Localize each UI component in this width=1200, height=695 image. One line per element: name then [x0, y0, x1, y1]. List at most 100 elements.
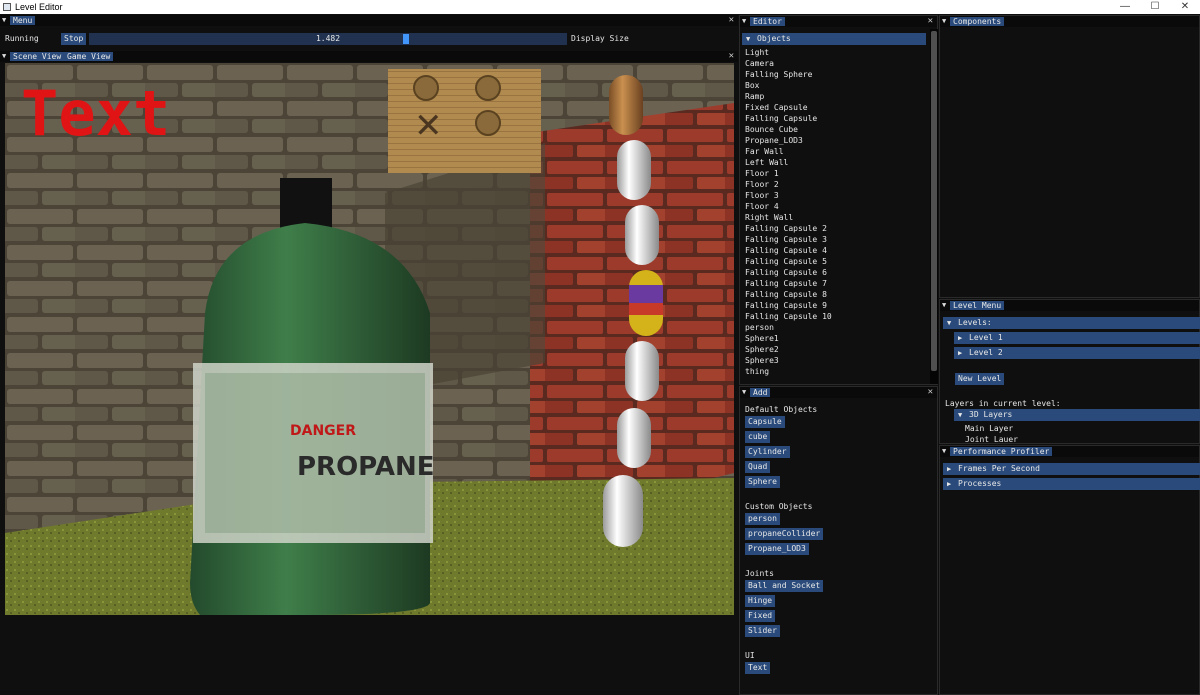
profiler-titlebar[interactable]: ▼ Performance Profiler: [940, 446, 1199, 457]
add-joint-button[interactable]: Slider: [745, 625, 780, 637]
add-joint-button[interactable]: Fixed: [745, 610, 776, 622]
object-list-item[interactable]: Falling Capsule 9: [745, 301, 827, 310]
object-list-item[interactable]: Fixed Capsule: [745, 103, 808, 112]
menu-titlebar[interactable]: ▼ Menu ✕: [0, 15, 738, 26]
collapse-icon[interactable]: ▼: [2, 16, 6, 24]
app-icon: [3, 3, 11, 11]
object-list-item[interactable]: Bounce Cube: [745, 125, 798, 134]
object-list-item[interactable]: Floor 4: [745, 202, 779, 211]
scrollbar-thumb[interactable]: [931, 31, 937, 371]
menu-title: Menu: [10, 16, 36, 25]
object-list-item[interactable]: Sphere1: [745, 334, 779, 343]
close-icon[interactable]: ✕: [729, 15, 734, 26]
game-view-tab[interactable]: Game View: [64, 52, 114, 61]
editor-titlebar[interactable]: ▼ Editor ✕: [740, 16, 937, 27]
os-titlebar: Level Editor — ☐ ✕: [0, 0, 1200, 14]
level-menu-title: Level Menu: [950, 301, 1005, 310]
add-custom-button[interactable]: person: [745, 513, 780, 525]
layer-item[interactable]: Main Layer: [965, 424, 1013, 433]
window-title: Level Editor: [15, 2, 63, 12]
object-list-item[interactable]: Far Wall: [745, 147, 784, 156]
new-level-button[interactable]: New Level: [955, 373, 1005, 385]
level-menu-titlebar[interactable]: ▼ Level Menu: [940, 300, 1199, 311]
collapse-icon[interactable]: ▼: [2, 52, 6, 60]
close-icon[interactable]: ✕: [928, 387, 933, 398]
add-custom-button[interactable]: propaneCollider: [745, 528, 824, 540]
add-title: Add: [750, 388, 771, 397]
level-menu-window: ▼ Level Menu ▼ Levels: ▶ Level 1 ▶ Level 2 …: [939, 299, 1200, 444]
add-joint-button[interactable]: Hinge: [745, 595, 776, 607]
object-list-item[interactable]: Floor 1: [745, 169, 779, 178]
object-list-item[interactable]: Sphere2: [745, 345, 779, 354]
add-default-button[interactable]: Cylinder: [745, 446, 790, 458]
scene-view-tab[interactable]: Scene View: [10, 52, 65, 61]
svg-text:✕: ✕: [414, 106, 443, 146]
add-joint-button[interactable]: Ball and Socket: [745, 580, 824, 592]
object-list-item[interactable]: Propane_LOD3: [745, 136, 803, 145]
layer-item[interactable]: Joint Lauer: [965, 435, 1018, 444]
object-list-item[interactable]: Box: [745, 81, 759, 90]
collapse-icon[interactable]: ▼: [942, 17, 946, 25]
object-list-item[interactable]: Falling Capsule: [745, 114, 817, 123]
collapse-icon[interactable]: ▼: [942, 301, 946, 309]
add-window: ▼ Add ✕ Default Objects Capsule cube Cylin…: [739, 386, 938, 695]
components-window: ▼ Components: [939, 15, 1200, 298]
add-custom-button[interactable]: Propane_LOD3: [745, 543, 809, 555]
close-icon[interactable]: ✕: [729, 51, 734, 62]
3d-layers-header[interactable]: ▼ 3D Layers: [954, 409, 1200, 421]
levels-header[interactable]: ▼ Levels:: [943, 317, 1200, 329]
add-titlebar[interactable]: ▼ Add ✕: [740, 387, 937, 398]
add-default-button[interactable]: Quad: [745, 461, 771, 473]
window-controls: — ☐ ✕: [1110, 0, 1200, 14]
maximize-button[interactable]: ☐: [1140, 0, 1170, 14]
add-default-button[interactable]: Capsule: [745, 416, 785, 428]
object-list-item[interactable]: Falling Capsule 7: [745, 279, 827, 288]
close-window-button[interactable]: ✕: [1170, 0, 1200, 14]
components-titlebar[interactable]: ▼ Components: [940, 16, 1199, 27]
processes-header[interactable]: ▶ Processes: [943, 478, 1200, 490]
object-list-item[interactable]: Falling Capsule 10: [745, 312, 832, 321]
scene-titlebar[interactable]: ▼ Scene View Game View ✕: [0, 51, 738, 62]
fps-header[interactable]: ▶ Frames Per Second: [943, 463, 1200, 475]
close-icon[interactable]: ✕: [928, 16, 933, 27]
collapse-icon[interactable]: ▼: [742, 388, 746, 396]
chevron-down-icon: ▼: [958, 411, 963, 419]
object-list-item[interactable]: Falling Capsule 6: [745, 268, 827, 277]
collapse-icon[interactable]: ▼: [942, 447, 946, 455]
objects-scrollbar[interactable]: [930, 29, 938, 384]
object-list-item[interactable]: person: [745, 323, 774, 332]
level-label: Level 2: [969, 348, 1003, 357]
propane-label-top: DANGER: [290, 423, 356, 439]
level-label: Level 1: [969, 333, 1003, 342]
chevron-down-icon: ▼: [947, 319, 952, 327]
object-list-item[interactable]: Falling Capsule 3: [745, 235, 827, 244]
add-ui-button[interactable]: Text: [745, 662, 771, 674]
object-list-item[interactable]: Falling Capsule 8: [745, 290, 827, 299]
object-list-item[interactable]: Falling Sphere: [745, 70, 812, 79]
stop-button[interactable]: Stop: [61, 33, 87, 45]
object-list-item[interactable]: Ramp: [745, 92, 764, 101]
object-list-item[interactable]: Falling Capsule 2: [745, 224, 827, 233]
object-list-item[interactable]: Camera: [745, 59, 774, 68]
minimize-button[interactable]: —: [1110, 0, 1140, 14]
object-list-item[interactable]: Light: [745, 48, 769, 57]
object-list-item[interactable]: Sphere3: [745, 356, 779, 365]
object-list-item[interactable]: Floor 3: [745, 191, 779, 200]
object-list-item[interactable]: Left Wall: [745, 158, 788, 167]
object-list-item[interactable]: Falling Capsule 5: [745, 257, 827, 266]
object-list-item[interactable]: Right Wall: [745, 213, 793, 222]
scene-overlay-text: Text: [21, 77, 170, 150]
game-viewport[interactable]: ✕ DANGER PROPANE Text: [5, 63, 734, 615]
object-list-item[interactable]: Falling Capsule 4: [745, 246, 827, 255]
display-size-slider[interactable]: 1.482: [89, 33, 567, 45]
add-default-button[interactable]: Sphere: [745, 476, 780, 488]
editor-window: ▼ Editor ✕ ▼ Objects Light Camera Falling …: [739, 15, 938, 385]
collapse-icon[interactable]: ▼: [742, 17, 746, 25]
objects-header[interactable]: ▼ Objects: [742, 33, 926, 45]
level-item[interactable]: ▶ Level 2: [954, 347, 1200, 359]
object-list-item[interactable]: Floor 2: [745, 180, 779, 189]
slider-grab[interactable]: [403, 34, 409, 44]
object-list-item[interactable]: thing: [745, 367, 769, 376]
add-default-button[interactable]: cube: [745, 431, 771, 443]
level-item[interactable]: ▶ Level 1: [954, 332, 1200, 344]
